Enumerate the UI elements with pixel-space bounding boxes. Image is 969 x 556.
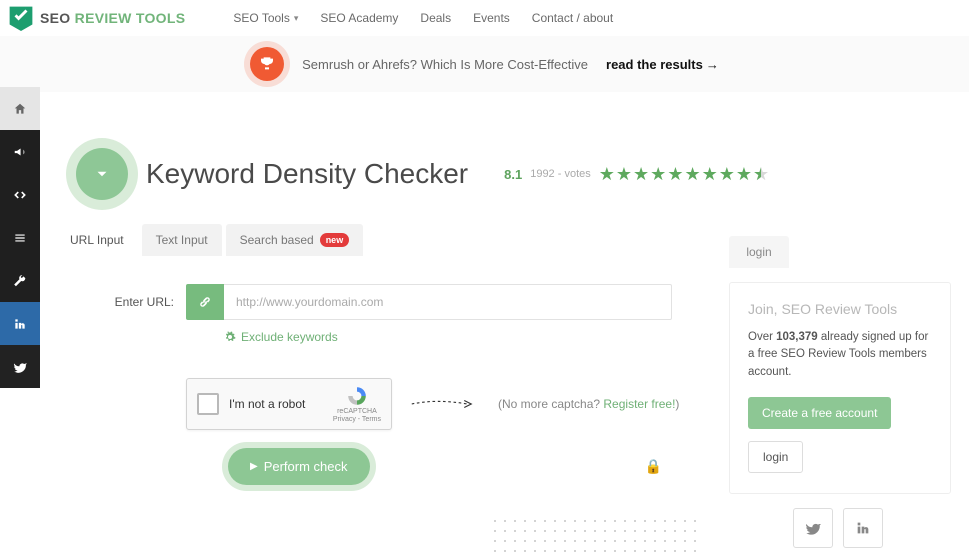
create-account-button[interactable]: Create a free account [748, 397, 891, 429]
recaptcha-logo: reCAPTCHA Privacy - Terms [333, 385, 381, 423]
url-input[interactable] [224, 284, 672, 320]
login-tab[interactable]: login [729, 236, 789, 268]
nav-seo-academy[interactable]: SEO Academy [320, 11, 398, 25]
twitter-share-icon[interactable] [793, 508, 833, 548]
rating-score: 8.1 [504, 167, 522, 182]
side-toolbar [0, 87, 40, 388]
promo-text: Semrush or Ahrefs? Which Is More Cost-Ef… [302, 57, 588, 72]
no-captcha-text: (No more captcha? Register free!) [498, 397, 679, 411]
logo-text: SEO REVIEW TOOLS [40, 10, 185, 26]
chevron-down-icon [76, 148, 128, 200]
linkedin-share-icon[interactable] [843, 508, 883, 548]
play-icon: ▶ [250, 461, 258, 472]
rating-votes: 1992 - votes [530, 168, 591, 180]
tab-text-input[interactable]: Text Input [142, 224, 222, 256]
megaphone-icon[interactable] [0, 130, 40, 173]
code-icon[interactable] [0, 173, 40, 216]
promo-link[interactable]: read the results→ [606, 57, 719, 72]
recaptcha-checkbox[interactable] [197, 393, 219, 415]
gear-icon [224, 331, 236, 343]
register-free-link[interactable]: Register free! [603, 397, 675, 411]
logo[interactable]: SEO REVIEW TOOLS [8, 5, 185, 31]
url-label: Enter URL: [96, 295, 186, 309]
linkedin-icon[interactable] [0, 302, 40, 345]
perform-check-button[interactable]: ▶Perform check [228, 448, 370, 485]
page-title: Keyword Density Checker [146, 158, 468, 190]
logo-mark-icon [8, 5, 34, 31]
nav-events[interactable]: Events [473, 11, 510, 25]
join-card: Join, SEO Review Tools Over 103,379 alre… [729, 282, 951, 494]
list-icon[interactable] [0, 216, 40, 259]
decorative-dots [490, 516, 700, 556]
link-icon [186, 284, 224, 320]
home-icon[interactable] [0, 87, 40, 130]
trophy-icon [250, 47, 284, 81]
join-text: Over 103,379 already signed up for a fre… [748, 329, 932, 381]
arrow-right-icon [410, 397, 480, 411]
wrench-icon[interactable] [0, 259, 40, 302]
tab-search-based[interactable]: Search basednew [226, 224, 364, 256]
promo-bar: Semrush or Ahrefs? Which Is More Cost-Ef… [0, 36, 969, 92]
twitter-icon[interactable] [0, 345, 40, 388]
nav-deals[interactable]: Deals [420, 11, 451, 25]
new-badge: new [320, 233, 350, 247]
lock-icon: 🔒 [645, 458, 662, 475]
tab-url-input[interactable]: URL Input [56, 224, 138, 256]
recaptcha-widget: I'm not a robot reCAPTCHA Privacy - Term… [186, 378, 392, 430]
nav-contact[interactable]: Contact / about [532, 11, 613, 25]
nav-seo-tools[interactable]: SEO Tools▾ [233, 11, 298, 25]
social-buttons [793, 508, 951, 548]
chevron-down-icon: ▾ [294, 13, 299, 24]
primary-nav: SEO Tools▾ SEO Academy Deals Events Cont… [233, 11, 613, 25]
rating-stars: ★★★★★★★★★★ [599, 164, 769, 185]
recaptcha-label: I'm not a robot [229, 397, 323, 411]
join-title: Join, SEO Review Tools [748, 301, 932, 317]
rating: 8.1 1992 - votes ★★★★★★★★★★ [504, 164, 769, 185]
login-button[interactable]: login [748, 441, 803, 473]
